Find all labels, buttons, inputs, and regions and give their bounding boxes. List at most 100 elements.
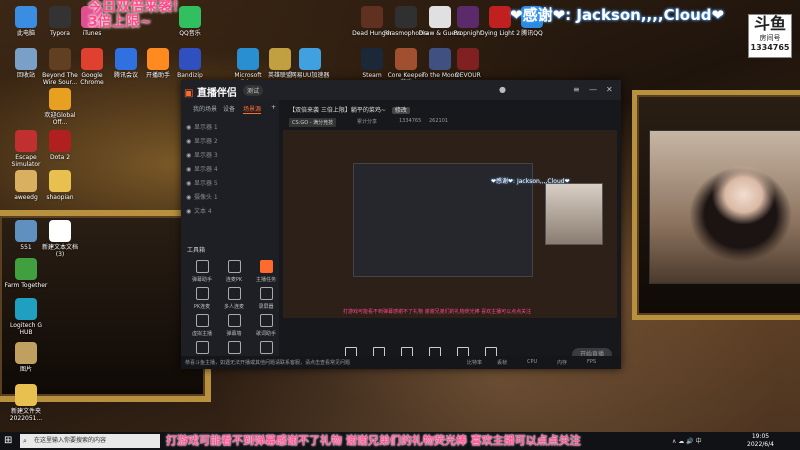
visibility-icon[interactable]: ◉ — [186, 138, 194, 145]
visibility-icon[interactable]: ◉ — [186, 152, 194, 159]
desktop-icon-label: 网易UU加速器 — [290, 72, 330, 79]
tab-scene-sources[interactable]: 场景源 — [243, 104, 262, 114]
room-title: 【双倍来袭 三倍上限】躺平的菜鸡~ 修改 — [289, 105, 410, 114]
preview-webcam — [545, 183, 603, 245]
app-icon — [179, 48, 201, 70]
share-count-label: 累计分享 — [357, 119, 378, 125]
tool-label: 多人连麦 — [223, 304, 244, 310]
tool-item[interactable]: PK连麦 — [187, 287, 217, 310]
app-icon — [15, 170, 37, 192]
clock-time: 19:05 — [751, 433, 770, 440]
edit-title-button[interactable]: 修改 — [391, 107, 410, 114]
app-icon — [15, 220, 37, 242]
tool-icon — [227, 341, 241, 354]
close-icon[interactable]: ✕ — [606, 85, 613, 94]
tool-label: 录屏器 — [258, 304, 274, 310]
taskbar-search-input[interactable]: ⌕ 在这里输入你要搜索的内容 — [20, 434, 160, 448]
windows-start-icon[interactable]: ⊞ — [4, 436, 14, 446]
app-main-panel: 【双倍来袭 三倍上限】躺平的菜鸡~ 修改 CS:GO - 满分竞技 累计分享 1… — [279, 100, 621, 369]
tool-item[interactable]: 歌词助手 — [251, 314, 281, 337]
app-icon — [299, 48, 321, 70]
category-tag[interactable]: CS:GO - 满分竞技 — [289, 118, 337, 127]
webcam-overlay — [649, 130, 800, 284]
desktop-icon-label: 图片 — [19, 366, 32, 373]
menu-icon[interactable]: ≡ — [573, 85, 580, 94]
app-icon — [15, 6, 37, 28]
visibility-icon[interactable]: ◉ — [186, 180, 194, 187]
tool-item[interactable]: 虚拟主播 — [187, 314, 217, 337]
app-icon — [147, 48, 169, 70]
toolbox-title: 工具箱 — [187, 247, 206, 254]
source-label: 显示器 4 — [194, 166, 218, 173]
desktop-icon-label: 腾讯QQ — [521, 30, 543, 37]
tool-item[interactable]: 弹幕墙 — [219, 314, 249, 337]
desktop-icon-label: QQ音乐 — [179, 30, 201, 37]
source-label: 显示器 1 — [194, 124, 218, 131]
taskbar-clock[interactable]: 19:05 2022/6/4 — [747, 433, 774, 449]
tool-icon — [227, 314, 241, 327]
app-icon — [395, 6, 417, 28]
desktop-icon-label: Logitech G HUB — [9, 322, 43, 336]
desktop-icon[interactable]: 新建文件夹 2022051... — [4, 382, 48, 432]
tool-icon — [195, 287, 209, 300]
room-badge: 斗鱼 房间号 1334765 — [748, 14, 792, 58]
avatar-icon[interactable]: ● — [499, 85, 506, 94]
minimize-icon[interactable]: — — [589, 85, 597, 94]
stream-preview[interactable]: ❤感谢❤: Jackson,,,,Cloud❤ 打游戏可能看不到弹幕感谢不了礼物… — [283, 130, 617, 318]
source-label: 显示器 5 — [194, 180, 218, 187]
system-tray[interactable]: ∧ ☁ 🔊 中 — [672, 436, 702, 445]
app-icon — [49, 88, 71, 110]
tool-item[interactable]: 多人连麦 — [219, 287, 249, 310]
desktop-icon[interactable]: 新建文本文档(3) — [38, 218, 82, 268]
visibility-icon[interactable]: ◉ — [186, 124, 194, 131]
status-note: 恭喜斗鱼主播，如遇无法开播或其他问题请联系客服，请点击查看常见问题 — [185, 360, 351, 366]
source-item[interactable]: ◉ 文本 4 — [186, 206, 212, 215]
app-icon — [49, 220, 71, 242]
preview-caption: 打游戏可能看不到弹幕感谢不了礼物 谢谢兄弟们的礼物荧光棒 喜欢主播可以点点关注 — [343, 309, 532, 315]
tool-item[interactable]: 主播任务 — [251, 260, 281, 283]
version-tag: 测试 — [243, 85, 264, 96]
app-sidebar: 我的场景 设备 场景源 + ◉ 显示器 1 ◉ 显示器 2 ◉ 显示器 3 ◉ 显示器 4 ◉ 显… — [181, 100, 279, 369]
desktop-icon[interactable]: Logitech G HUB — [4, 296, 48, 346]
source-item[interactable]: ◉ 显示器 5 — [186, 178, 218, 187]
tool-label: 连麦PK — [225, 277, 243, 283]
source-item[interactable]: ◉ 显示器 1 — [186, 122, 218, 131]
app-icon — [15, 258, 37, 280]
badge-logo: 斗鱼 — [753, 14, 786, 33]
source-item[interactable]: ◉ 显示器 3 — [186, 150, 218, 159]
desktop-icon-label: Farm Together — [4, 282, 48, 289]
desktop-icon[interactable]: shaopian — [38, 168, 82, 218]
app-icon — [81, 48, 103, 70]
viewer-count: 262101 — [429, 118, 449, 124]
desktop-icon-label: 新建文件夹 2022051... — [9, 408, 43, 422]
source-item[interactable]: ◉ 显示器 2 — [186, 136, 218, 145]
app-icon — [15, 298, 37, 320]
add-source-icon[interactable]: + — [271, 104, 276, 111]
desktop-icon[interactable]: Dead Hunger — [350, 4, 394, 54]
source-label: 摄像头 1 — [194, 194, 218, 201]
visibility-icon[interactable]: ◉ — [186, 166, 194, 173]
status-stat: 丢帧 — [497, 360, 508, 366]
tool-icon — [227, 287, 241, 300]
tab-my-scenes[interactable]: 我的场景 — [193, 104, 217, 113]
tab-devices[interactable]: 设备 — [223, 104, 235, 113]
source-item[interactable]: ◉ 显示器 4 — [186, 164, 218, 173]
source-item[interactable]: ◉ 摄像头 1 — [186, 192, 218, 201]
tool-icon — [227, 260, 241, 273]
visibility-icon[interactable]: ◉ — [186, 208, 194, 215]
visibility-icon[interactable]: ◉ — [186, 194, 194, 201]
tool-icon — [195, 341, 209, 354]
tool-item[interactable]: 弹幕助手 — [187, 260, 217, 283]
app-logo: ▣ 直播伴侣 — [184, 88, 237, 99]
tool-icon — [259, 314, 273, 327]
app-icon — [115, 48, 137, 70]
app-icon — [429, 48, 451, 70]
app-statusbar: 恭喜斗鱼主播，如遇无法开播或其他问题请联系客服，请点击查看常见问题 比特率 丢帧 C… — [181, 356, 621, 369]
tool-item[interactable]: 连麦PK — [219, 260, 249, 283]
tool-icon — [259, 260, 273, 273]
desktop-icon-label: Dead Hunger — [352, 30, 392, 37]
app-titlebar[interactable]: ▣ 直播伴侣 测试 ● ≡ — ✕ — [181, 80, 621, 100]
source-label: 文本 4 — [194, 208, 212, 215]
tool-item[interactable]: 录屏器 — [251, 287, 281, 310]
stream-top-caption: 今日双倍来袭！ 3倍上限~ — [88, 0, 186, 30]
